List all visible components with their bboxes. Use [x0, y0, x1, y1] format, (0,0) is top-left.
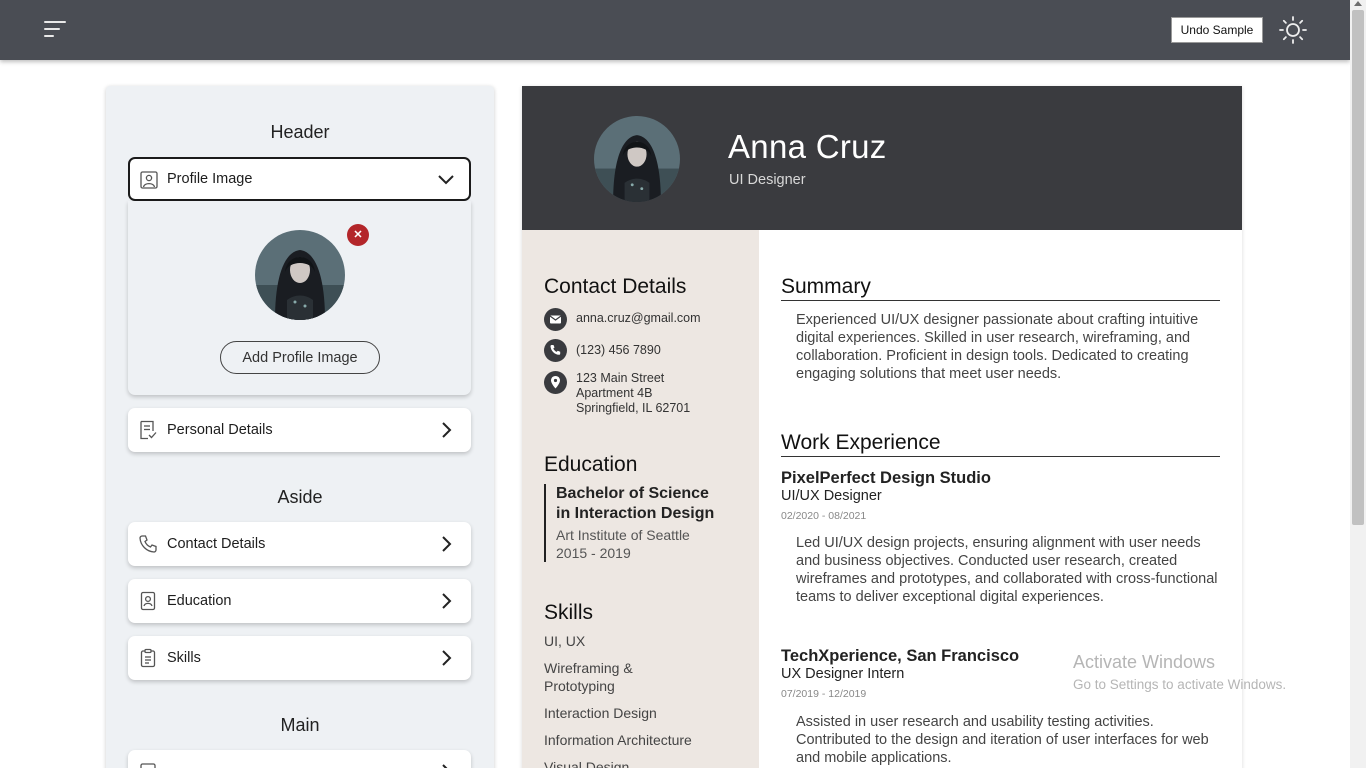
degree-line-1: Bachelor of Science [556, 485, 709, 502]
skills-card[interactable]: Skills [128, 636, 471, 680]
skills-label: Skills [167, 650, 201, 666]
scrollbar-thumb[interactable] [1352, 10, 1364, 525]
job-description: Assisted in user research and usability … [796, 714, 1209, 766]
summary-card[interactable] [128, 750, 471, 768]
phone-icon [544, 339, 567, 362]
top-bar: Undo Sample [0, 0, 1350, 60]
profile-image-panel: ✕ Add Profile Image [128, 201, 471, 395]
contact-details-card[interactable]: Contact Details [128, 522, 471, 566]
remove-image-button[interactable]: ✕ [347, 224, 369, 246]
activate-windows-title: Activate Windows [1073, 652, 1216, 672]
skill-item: UI, UX [544, 633, 586, 649]
job-dates: 02/2020 - 08/2021 [781, 510, 867, 522]
address-line-3: Springfield, IL 62701 [576, 401, 691, 415]
document-icon [138, 762, 158, 768]
undo-sample-button[interactable]: Undo Sample [1171, 17, 1263, 43]
education-years: 2015 - 2019 [556, 545, 631, 561]
resume-title: UI Designer [729, 172, 806, 188]
scroll-up-arrow[interactable] [1354, 1, 1362, 6]
address-line-1: 123 Main Street [576, 371, 665, 385]
education-heading: Education [544, 453, 638, 476]
aside-section-title: Aside [277, 487, 323, 507]
resume-aside: Contact Details anna.cruz@gmail.com (123… [522, 230, 759, 768]
contact-details-label: Contact Details [167, 536, 266, 552]
summary-text: Experienced UI/UX designer passionate ab… [796, 312, 1199, 382]
chevron-down-icon [437, 170, 455, 188]
chevron-right-icon [437, 535, 455, 553]
skills-heading: Skills [544, 601, 594, 624]
personal-details-card[interactable]: Personal Details [128, 408, 471, 452]
resume-name: Anna Cruz [728, 128, 887, 165]
profile-image-label: Profile Image [167, 171, 253, 187]
personal-details-label: Personal Details [167, 422, 273, 438]
email-icon [544, 308, 567, 331]
chevron-right-icon [437, 649, 455, 667]
sun-icon[interactable] [1278, 15, 1308, 45]
job-company: TechXperience, San Francisco [781, 647, 1020, 665]
education-card[interactable]: Education [128, 579, 471, 623]
main-section-title: Main [280, 715, 320, 735]
skill-item: Interaction Design [544, 705, 657, 721]
resume-avatar [594, 116, 680, 202]
header-section-title: Header [270, 122, 330, 142]
skill-item: Visual Design [544, 759, 630, 768]
job-role: UX Designer Intern [781, 666, 905, 682]
image-icon [139, 170, 159, 190]
degree-line-2: in Interaction Design [556, 505, 715, 522]
profile-image-card[interactable]: Profile Image [128, 157, 471, 201]
job-company: PixelPerfect Design Studio [781, 469, 991, 487]
job-description: Led UI/UX design projects, ensuring alig… [796, 535, 1218, 605]
profile-avatar [255, 230, 345, 320]
location-icon [544, 371, 567, 394]
resume-header: Anna Cruz UI Designer [522, 86, 1242, 230]
skill-item: Wireframing & Prototyping [544, 660, 633, 694]
document-check-icon [138, 420, 158, 440]
chevron-right-icon [437, 763, 455, 768]
skill-item: Information Architecture [544, 732, 692, 748]
summary-heading: Summary [781, 275, 1220, 301]
contact-email: anna.cruz@gmail.com [576, 311, 701, 325]
chevron-right-icon [437, 421, 455, 439]
contact-heading: Contact Details [544, 275, 687, 298]
education-entry: Bachelor of Science in Interaction Desig… [544, 484, 744, 562]
activate-windows-subtitle: Go to Settings to activate Windows. [1073, 677, 1287, 692]
work-heading: Work Experience [781, 431, 1220, 457]
clipboard-icon [138, 648, 158, 668]
contact-address: 123 Main Street Apartment 4B Springfield… [576, 371, 690, 416]
job-dates: 07/2019 - 12/2019 [781, 688, 867, 700]
menu-icon[interactable] [44, 18, 68, 40]
phone-icon [138, 534, 158, 554]
job-role: UI/UX Designer [781, 488, 882, 504]
address-line-2: Apartment 4B [576, 386, 653, 400]
education-label: Education [167, 593, 232, 609]
school-name: Art Institute of Seattle [556, 527, 690, 543]
add-profile-image-button[interactable]: Add Profile Image [220, 341, 380, 374]
contact-phone: (123) 456 7890 [576, 343, 661, 357]
chevron-right-icon [437, 592, 455, 610]
editor-panel: Header Profile Image ✕ Add Profile Image [106, 86, 494, 768]
id-badge-icon [138, 591, 158, 611]
